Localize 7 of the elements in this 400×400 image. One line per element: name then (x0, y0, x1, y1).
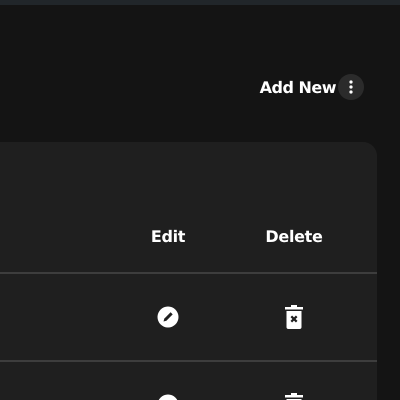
more-options-button[interactable] (338, 74, 364, 100)
add-new-button[interactable]: Add New (258, 78, 338, 96)
delete-icon[interactable] (284, 305, 304, 329)
column-header: Delete (265, 227, 323, 246)
more-icon (349, 80, 353, 94)
column-header: Edit (150, 227, 186, 246)
edit-icon[interactable] (157, 306, 179, 328)
